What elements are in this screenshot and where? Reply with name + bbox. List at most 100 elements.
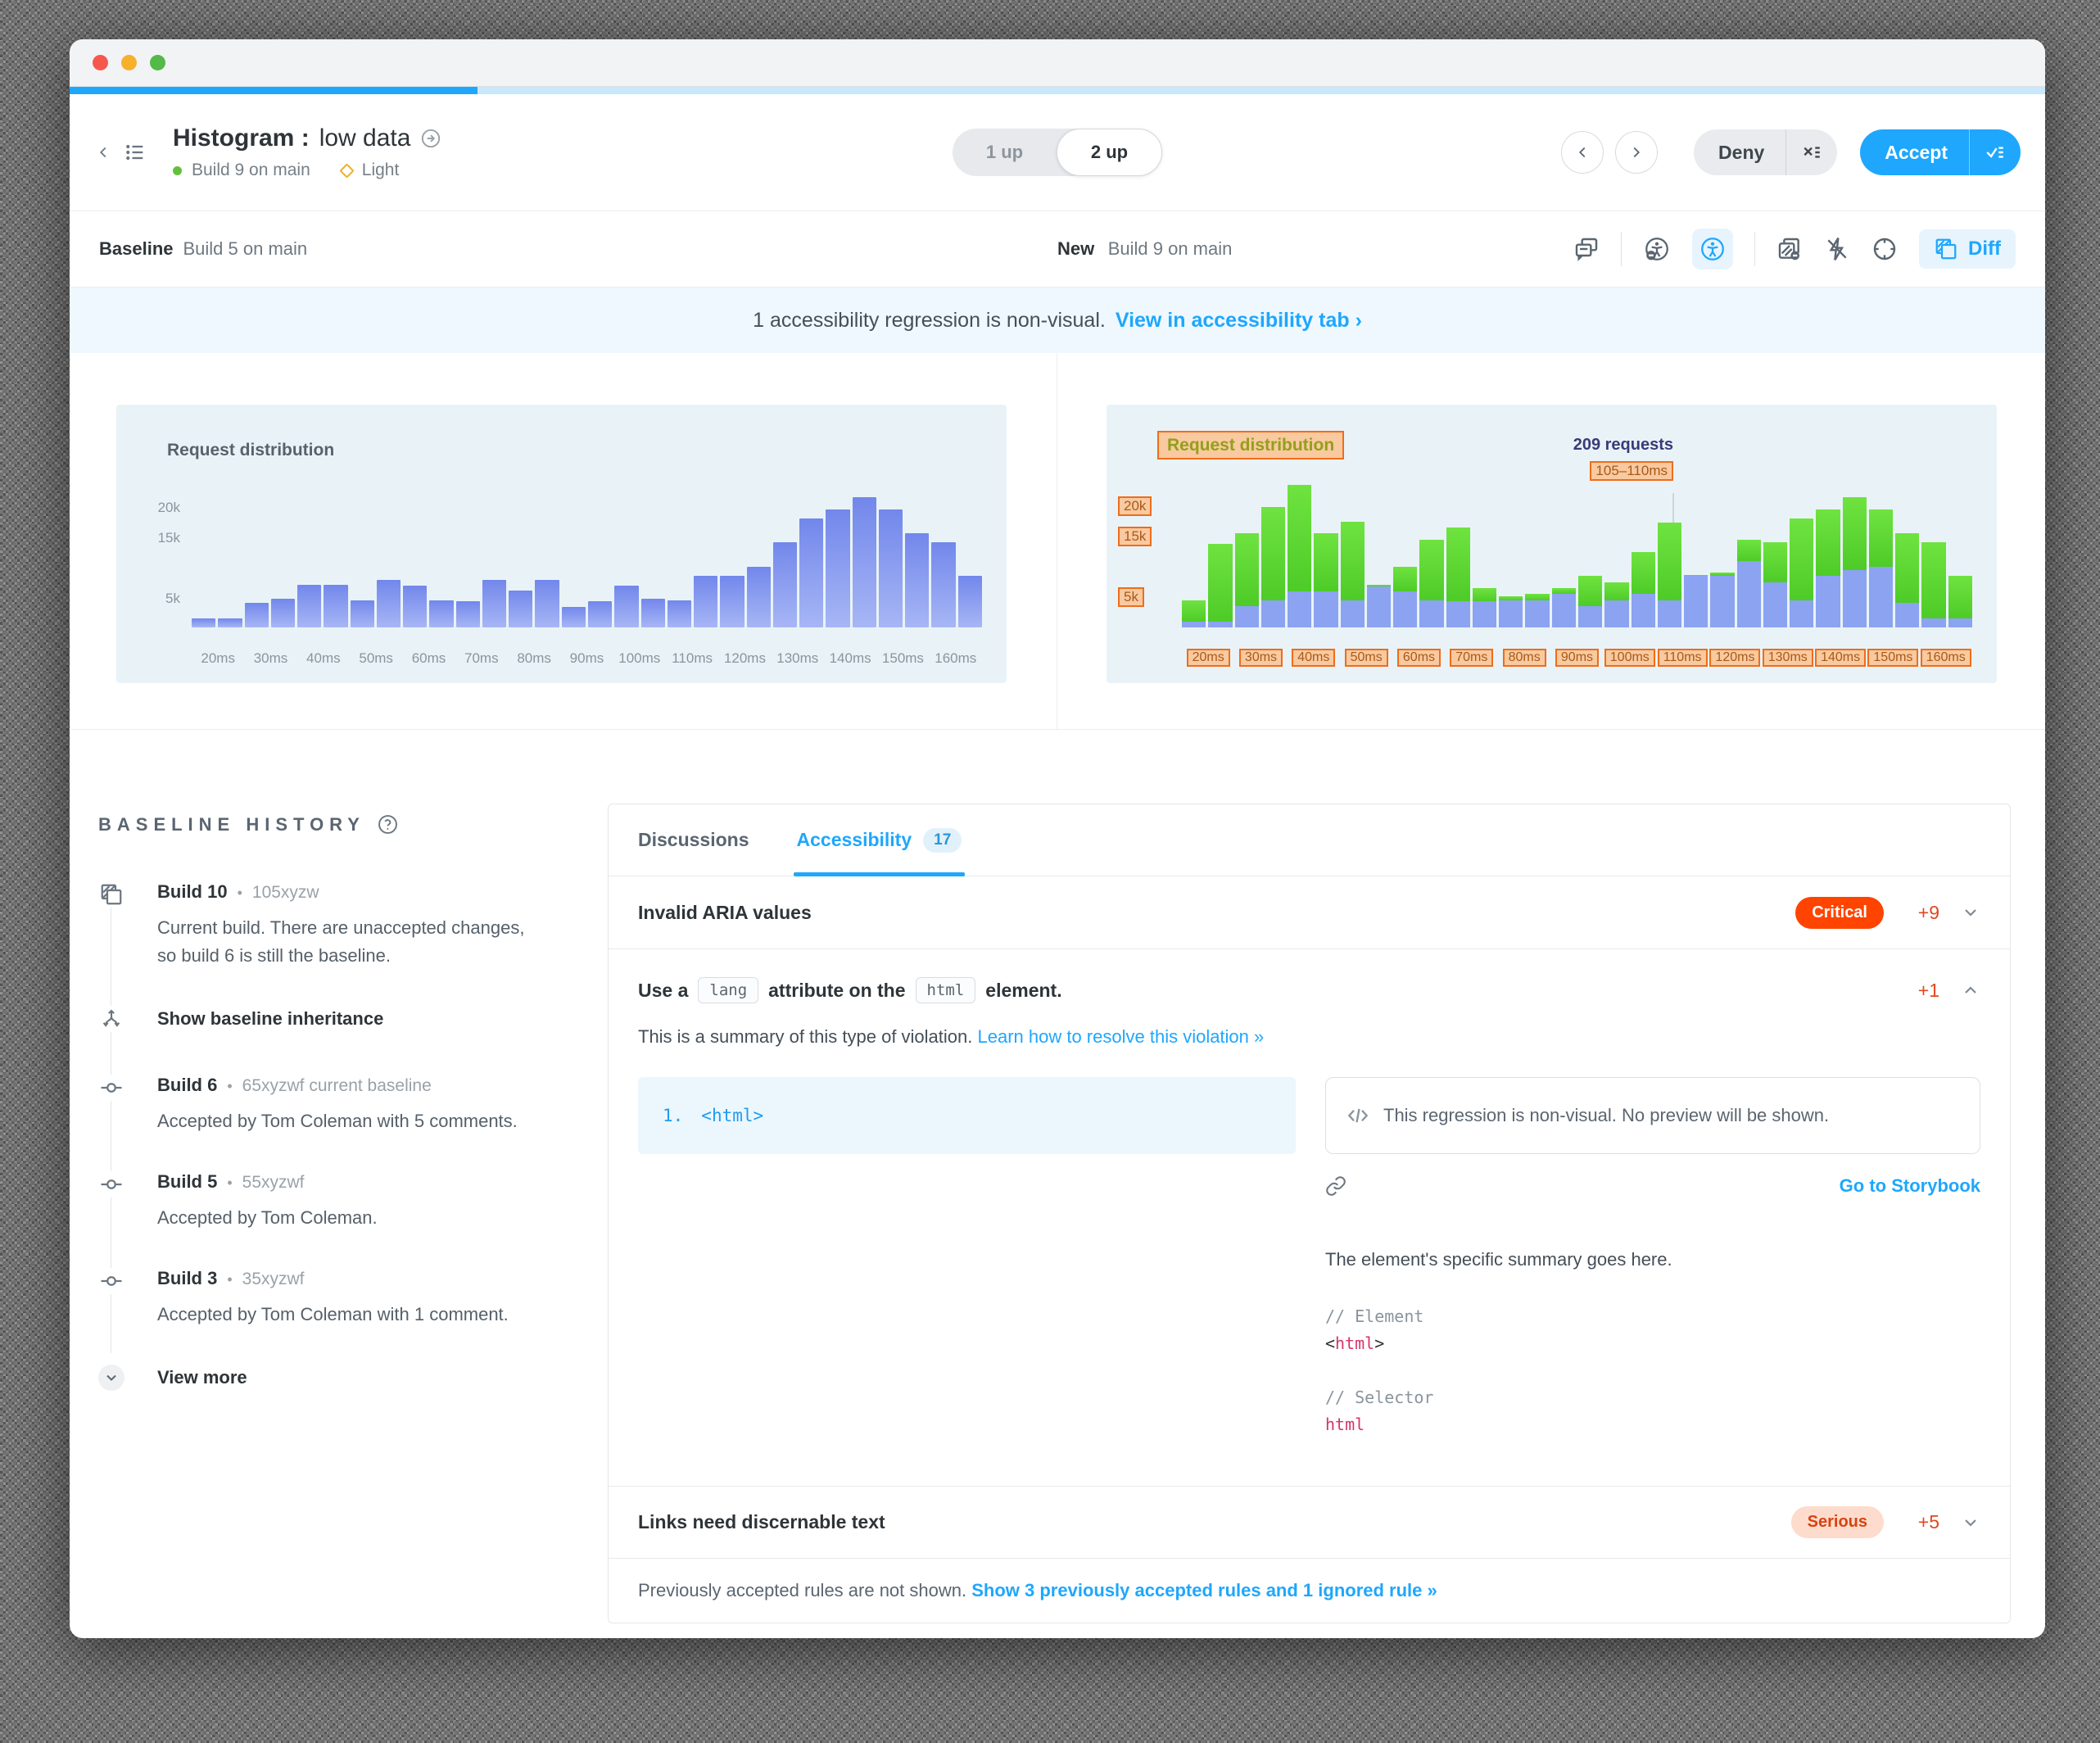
baseline-snapshot-pane: Request distribution 20ms30ms40ms50ms60m… (70, 353, 1057, 729)
rule-title: Links need discernable text (638, 1511, 1791, 1533)
build-progress-bar (70, 87, 2045, 94)
resolve-violation-link[interactable]: Learn how to resolve this violation » (978, 1026, 1265, 1047)
diff-histogram-bar (1684, 575, 1708, 627)
diff-toggle-button[interactable]: Diff (1919, 229, 2016, 269)
diff-chart: Request distribution 209 requests 105–11… (1107, 405, 1997, 683)
back-icon[interactable] (94, 143, 112, 161)
x-axis-label: 130ms (1762, 649, 1814, 667)
x-axis-label: 80ms (508, 650, 560, 667)
severity-badge-critical: Critical (1795, 897, 1884, 929)
chart-tooltip: 209 requests 105–110ms (1401, 436, 1673, 481)
chevron-down-icon[interactable] (1961, 1513, 1980, 1532)
histogram-bar (826, 509, 849, 627)
focus-target-icon[interactable] (1871, 236, 1898, 262)
help-icon[interactable] (377, 813, 399, 835)
snapshot-diff-off-icon[interactable] (1776, 236, 1803, 262)
view-accessibility-tab-link[interactable]: View in accessibility tab › (1116, 309, 1362, 333)
histogram-bar (271, 599, 295, 627)
two-up-toggle[interactable]: 2 up (1057, 129, 1162, 176)
x-axis-label: 110ms (1656, 649, 1709, 667)
accessibility-off-icon[interactable] (1643, 235, 1671, 263)
build-progress-fill (70, 87, 477, 94)
close-window-button[interactable] (93, 55, 108, 70)
tooltip-value: 209 requests (1401, 436, 1673, 455)
histogram-bar (853, 497, 876, 627)
diff-histogram-bar (1895, 533, 1919, 627)
view-mode-toggle: 1 up 2 up (953, 129, 1162, 176)
discussions-icon[interactable] (1573, 236, 1600, 262)
story-list-icon[interactable] (124, 141, 147, 164)
x-axis-label: 50ms (1340, 649, 1392, 667)
diff-histogram-bar (1499, 596, 1523, 627)
x-axis-label: 60ms (1392, 649, 1445, 667)
diff-histogram-bar (1604, 582, 1628, 627)
code-line-content: <html> (701, 1106, 763, 1125)
chart-title-highlighted: Request distribution (1157, 436, 1344, 455)
chevron-down-icon[interactable] (1961, 903, 1980, 922)
histogram-bar (641, 599, 665, 627)
baseline-history-heading: BASELINE HISTORY (98, 814, 365, 835)
x-axis-label: 150ms (1867, 649, 1919, 667)
diff-histogram-bar (1446, 527, 1470, 627)
y-axis-label: 20k (116, 500, 180, 516)
diff-histogram-bar (1632, 552, 1655, 627)
view-more-link[interactable]: View more (157, 1367, 247, 1388)
baseline-history: BASELINE HISTORY (98, 730, 598, 1638)
x-axis-label: 160ms (930, 650, 982, 667)
diff-button-label: Diff (1968, 238, 2001, 260)
build-description: Current build. There are unaccepted chan… (157, 914, 526, 970)
element-summary: The element's specific summary goes here… (1325, 1249, 1980, 1270)
previous-change-button[interactable] (1561, 131, 1604, 174)
expanded-rule-header[interactable]: Use a lang attribute on the html element… (638, 977, 1980, 1003)
diff-histogram-bar (1710, 573, 1734, 627)
build-title: Build 10 (157, 881, 228, 903)
show-baseline-inheritance-link[interactable]: Show baseline inheritance (157, 1008, 383, 1030)
zoom-window-button[interactable] (150, 55, 165, 70)
x-axis-label: 40ms (297, 650, 350, 667)
accessibility-on-icon[interactable] (1692, 229, 1733, 269)
tab-discussions[interactable]: Discussions (638, 804, 749, 876)
build-title: Build 5 (157, 1171, 217, 1193)
x-axis-label: 90ms (560, 650, 613, 667)
commit-icon (98, 1075, 124, 1101)
x-axis-label: 70ms (1446, 649, 1498, 667)
accept-button[interactable]: Accept (1860, 142, 1969, 164)
chevron-up-icon[interactable] (1961, 980, 1980, 1000)
y-axis-label: 15k (116, 530, 180, 546)
rule-row-invalid-aria[interactable]: Invalid ARIA values Critical +9 (609, 876, 2010, 948)
go-to-storybook-link[interactable]: Go to Storybook (1840, 1175, 1980, 1197)
component-name: Histogram : (173, 124, 310, 152)
history-item-view-more: View more (98, 1365, 598, 1391)
diff-histogram-bar (1367, 585, 1391, 627)
minimize-window-button[interactable] (121, 55, 137, 70)
x-axis-label: 140ms (824, 650, 876, 667)
chevron-down-circle-icon[interactable] (98, 1365, 124, 1391)
tab-accessibility[interactable]: Accessibility 17 (797, 804, 962, 876)
violation-code-block[interactable]: 1. <html> (638, 1077, 1296, 1154)
copy-link-icon[interactable] (1325, 1175, 1346, 1197)
panel-footer: Previously accepted rules are not shown.… (609, 1558, 2010, 1623)
histogram-bar (403, 586, 427, 627)
zap-off-icon[interactable] (1824, 236, 1850, 262)
deny-button[interactable]: Deny (1694, 142, 1785, 164)
baseline-value: Build 5 on main (183, 238, 308, 260)
diff-histogram-bar (1552, 588, 1576, 627)
one-up-toggle[interactable]: 1 up (953, 129, 1057, 176)
deny-batch-icon[interactable] (1786, 142, 1837, 163)
desktop-background: { "ui": { "dot": "\u2022", "accent_blue"… (0, 0, 2100, 1743)
show-accepted-rules-link[interactable]: Show 3 previously accepted rules and 1 i… (971, 1580, 1437, 1600)
non-visual-preview-box: This regression is non-visual. No previe… (1325, 1077, 1980, 1154)
next-change-button[interactable] (1615, 131, 1658, 174)
accept-batch-icon[interactable] (1970, 142, 2021, 163)
diff-histogram-bar (1763, 542, 1787, 627)
histogram-bar (351, 600, 374, 627)
rule-row-links-discernable[interactable]: Links need discernable text Serious +5 (609, 1486, 2010, 1558)
code-line-number: 1. (663, 1106, 683, 1125)
x-axis-label: 40ms (1288, 649, 1340, 667)
open-story-arrow-icon[interactable] (420, 128, 441, 149)
diff-histogram-bar (1843, 497, 1867, 627)
element-code: // Element <html> // Selector html (1325, 1303, 1980, 1438)
y-axis-label: 5k (1118, 587, 1144, 607)
window-titlebar (70, 39, 2045, 87)
notice-text: 1 accessibility regression is non-visual… (753, 309, 1106, 333)
